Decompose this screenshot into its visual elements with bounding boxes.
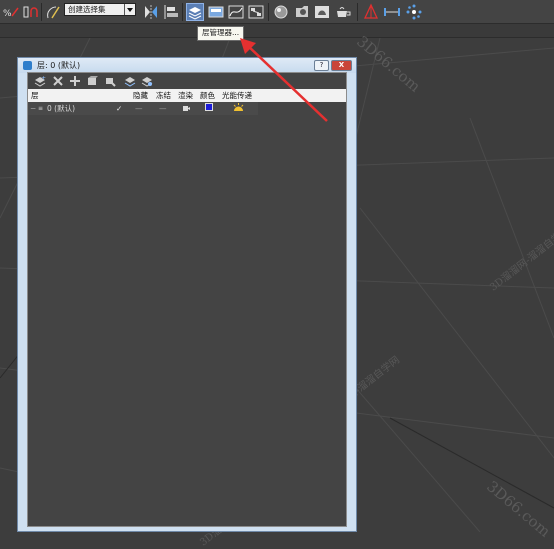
annotation-arrow	[240, 38, 328, 122]
